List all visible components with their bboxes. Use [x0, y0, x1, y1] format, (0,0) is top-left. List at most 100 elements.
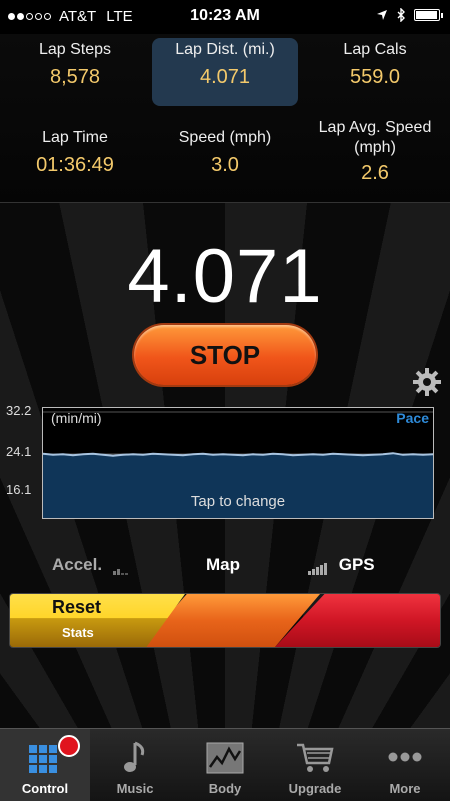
pace-point [302, 453, 304, 456]
pace-point [352, 453, 354, 456]
pace-point [242, 454, 244, 457]
pace-point [82, 453, 84, 456]
gear-icon[interactable] [412, 367, 442, 397]
tab-bar: Control Music Body Upgrade More [0, 728, 450, 801]
gps-signal-icon [308, 555, 328, 575]
gps-label: GPS [338, 555, 375, 574]
pace-point [362, 454, 364, 457]
stat-lap-distance[interactable]: Lap Dist. (mi.) 4.071 [150, 38, 300, 106]
pace-point [112, 455, 114, 457]
reset-label: Reset [52, 597, 102, 617]
pace-point [262, 453, 264, 456]
pace-point [92, 452, 94, 455]
pace-chart[interactable]: 32.2 24.1 16.1 (min/mi) Pace Tap to chan… [0, 403, 450, 523]
pace-point [182, 454, 184, 457]
chart-mode-label: Pace [396, 410, 429, 426]
chart-icon [206, 742, 244, 774]
y-tick-label: 24.1 [6, 444, 32, 459]
stats-label: Stats [62, 625, 94, 640]
stat-lap-cals[interactable]: Lap Cals 559.0 [300, 40, 450, 89]
pace-point [272, 452, 274, 455]
stat-speed[interactable]: Speed (mph) 3.0 [150, 128, 300, 177]
music-note-icon [124, 741, 145, 772]
location-arrow-icon [377, 10, 387, 20]
stat-lap-time[interactable]: Lap Time 01:36:49 [0, 128, 150, 177]
stats-panel: Lap Steps 8,578 Lap Dist. (mi.) 4.071 La… [0, 34, 450, 203]
pace-point [312, 453, 314, 456]
battery-icon [414, 9, 443, 21]
notification-badge [58, 735, 80, 757]
pace-point [122, 453, 124, 456]
chart-unit-label: (min/mi) [51, 410, 102, 426]
status-bar: AT&T LTE 10:23 AM [0, 0, 450, 34]
pace-point [132, 453, 134, 456]
stat-value: 8,578 [49, 66, 101, 88]
y-tick-label: 32.2 [6, 403, 32, 418]
pace-point [322, 453, 324, 456]
stat-lap-avg-speed[interactable]: Lap Avg. Speed (mph) 2.6 [300, 118, 450, 185]
bluetooth-icon [397, 8, 405, 22]
stat-label: Lap Dist. (mi.) [175, 41, 275, 58]
stat-value: 2.6 [361, 162, 389, 184]
stat-label: Lap Cals [343, 41, 407, 58]
tab-more[interactable]: More [360, 729, 450, 801]
sensor-modes: Accel. Map GPS [0, 553, 450, 583]
stat-value: 559.0 [349, 66, 401, 88]
pace-point [252, 453, 254, 456]
y-tick-label: 16.1 [6, 482, 32, 497]
pace-point [392, 452, 394, 455]
stat-lap-steps[interactable]: Lap Steps 8,578 [0, 40, 150, 89]
pace-point [342, 453, 344, 456]
pace-point [152, 452, 154, 455]
stat-value: 4.071 [199, 66, 251, 88]
accel-label: Accel. [52, 555, 103, 574]
current-value-display: 4.071 [127, 234, 323, 319]
more-dots-icon [388, 752, 422, 762]
stat-value: 01:36:49 [36, 154, 114, 176]
tab-label: Control [21, 781, 69, 796]
pace-point [422, 453, 424, 456]
pace-point [72, 454, 74, 457]
tab-control[interactable]: Control [0, 729, 90, 801]
tab-music[interactable]: Music [90, 729, 180, 801]
pace-point [212, 453, 214, 456]
tap-to-change-hint: Tap to change [190, 493, 286, 510]
chart-area[interactable]: (min/mi) Pace Tap to change [42, 407, 434, 519]
pace-point [222, 453, 224, 456]
tab-body[interactable]: Body [180, 729, 270, 801]
pace-point [172, 453, 174, 456]
pace-point [382, 453, 384, 456]
stat-label: Speed (mph) [178, 129, 272, 146]
pace-point [102, 453, 104, 456]
tab-label: Music [116, 781, 154, 796]
pace-point [332, 452, 334, 455]
stat-label: Lap Avg. Speed (mph) [318, 119, 432, 156]
accel-signal-icon [112, 555, 129, 575]
pace-point [62, 453, 64, 456]
pace-point [192, 453, 194, 456]
pace-point [52, 453, 54, 456]
pace-point [142, 453, 144, 456]
stat-label: Lap Steps [38, 41, 112, 58]
tab-label: More [389, 781, 421, 796]
tab-label: Upgrade [288, 781, 342, 796]
gps-mode[interactable]: GPS [308, 555, 375, 575]
pace-point [372, 453, 374, 456]
map-mode[interactable]: Map [206, 555, 240, 575]
cart-icon [297, 743, 334, 772]
pace-point [292, 454, 294, 457]
tab-label: Body [208, 781, 242, 796]
control-bar: Reset Stats [9, 593, 441, 648]
stat-value: 3.0 [211, 154, 239, 176]
pace-point [282, 453, 284, 456]
main-panel: 4.071 STOP 32.2 24.1 16.1 (min/mi) Pace … [0, 203, 450, 728]
pace-point [402, 453, 404, 456]
stat-label: Lap Time [42, 129, 108, 146]
pace-point [162, 453, 164, 456]
tab-upgrade[interactable]: Upgrade [270, 729, 360, 801]
pace-point [232, 453, 234, 456]
accel-mode[interactable]: Accel. [52, 555, 129, 575]
pace-point [412, 453, 414, 456]
stop-button[interactable]: STOP [134, 325, 316, 385]
pace-point [202, 452, 204, 455]
